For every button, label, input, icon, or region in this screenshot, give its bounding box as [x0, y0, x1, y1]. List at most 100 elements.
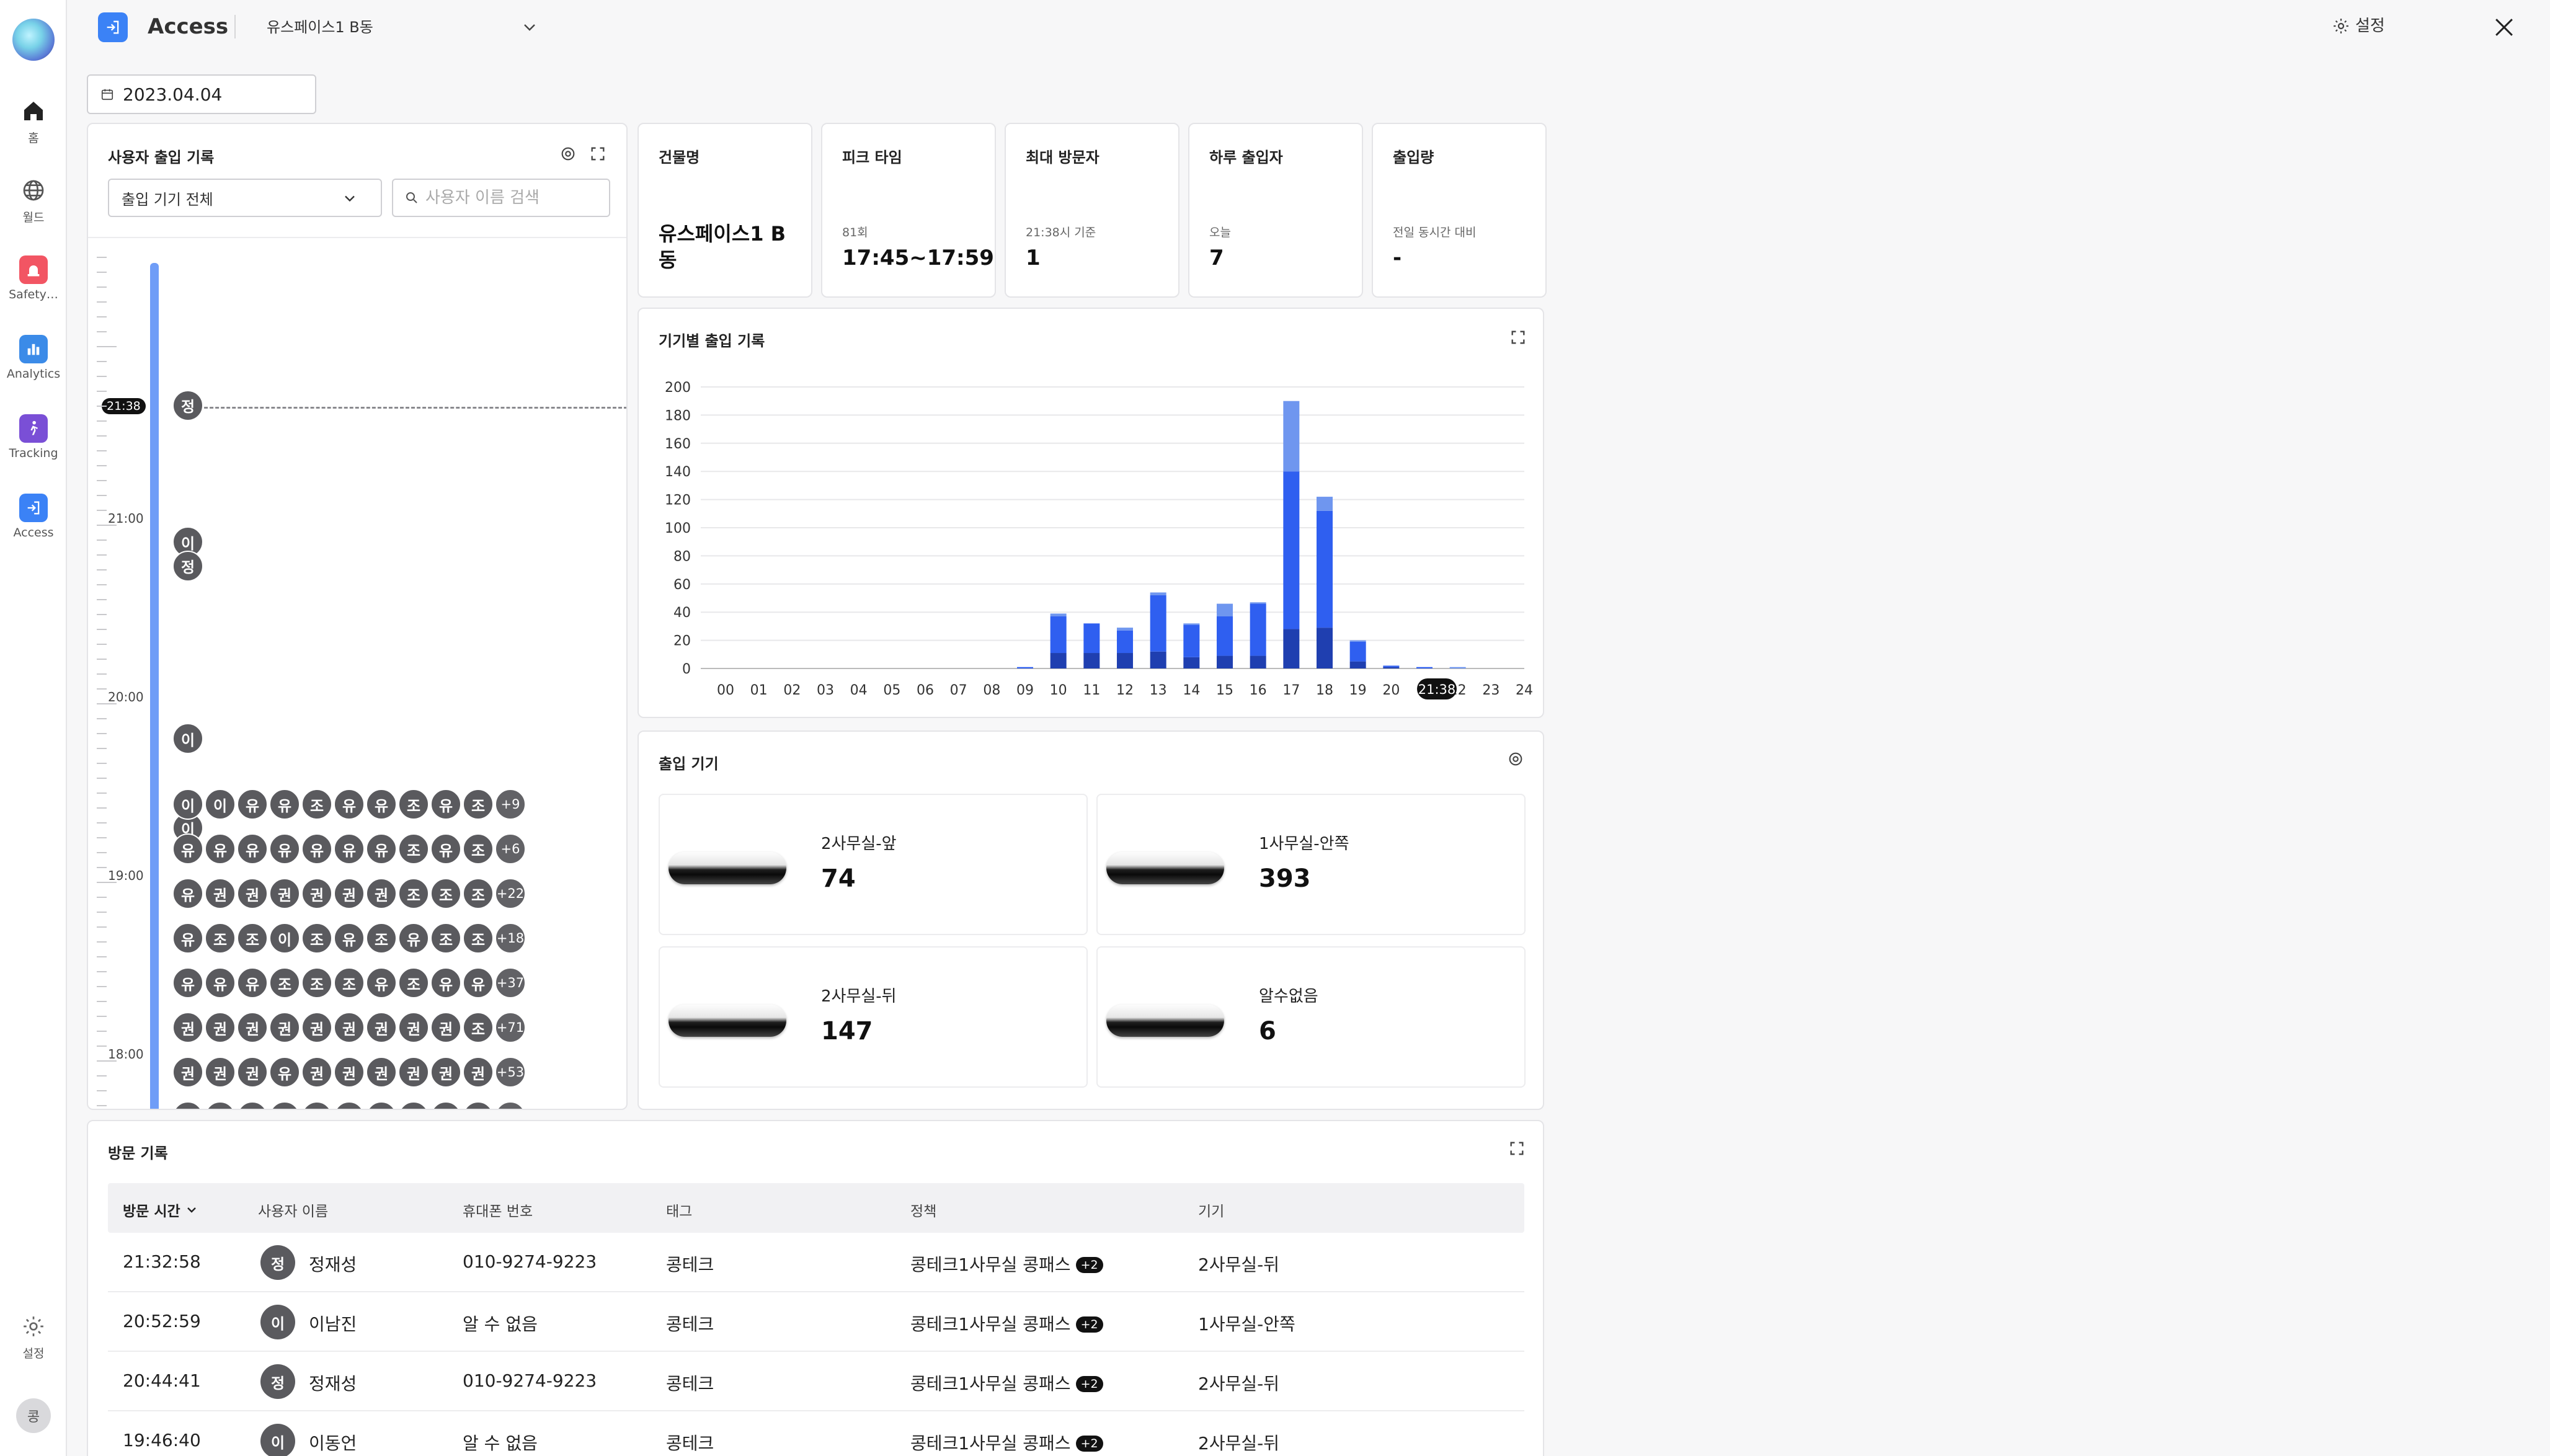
- table-row[interactable]: 20:44:41 정 정재성 010-9274-9223 콩테크 콩테크1사무실 콩패스 +…: [108, 1352, 1524, 1411]
- user-avatar[interactable]: 유: [237, 1101, 268, 1109]
- user-avatar[interactable]: 권: [237, 878, 268, 909]
- user-avatar[interactable]: 유: [430, 789, 461, 820]
- user-avatar[interactable]: 조: [398, 878, 429, 909]
- user-avatar[interactable]: 조: [463, 789, 494, 820]
- chevron-down-icon[interactable]: [520, 17, 540, 40]
- column-visit-time[interactable]: 방문 시간: [123, 1199, 199, 1220]
- user-avatar[interactable]: 조: [398, 967, 429, 998]
- user-avatar[interactable]: 권: [366, 878, 397, 909]
- user-avatar[interactable]: 권: [301, 1057, 332, 1088]
- user-avatar[interactable]: 조: [463, 878, 494, 909]
- user-avatar[interactable]: 권: [366, 1101, 397, 1109]
- user-avatar[interactable]: 이: [205, 789, 236, 820]
- user-avatar[interactable]: 유: [237, 967, 268, 998]
- more-users-badge[interactable]: +18: [495, 923, 526, 954]
- user-avatar[interactable]: 유: [172, 967, 203, 998]
- table-row[interactable]: 19:46:40 이 이동언 알 수 없음 콩테크 콩테크1사무실 콩패스 +2 2사무실-뒤: [108, 1411, 1524, 1456]
- user-avatar[interactable]: 유: [430, 833, 461, 864]
- user-avatar[interactable]: 권: [205, 1012, 236, 1043]
- user-avatar[interactable]: 권: [237, 1057, 268, 1088]
- policy-more-badge[interactable]: +2: [1075, 1376, 1103, 1392]
- user-avatar[interactable]: 유: [398, 923, 429, 954]
- rail-item-analytics[interactable]: Analytics: [0, 335, 67, 381]
- close-icon[interactable]: [2490, 14, 2518, 43]
- user-avatar[interactable]: 권: [398, 1057, 429, 1088]
- user-avatar[interactable]: 권: [366, 1012, 397, 1043]
- user-avatar[interactable]: 이: [172, 723, 203, 755]
- user-avatar[interactable]: 조: [430, 878, 461, 909]
- user-avatar[interactable]: 조: [430, 923, 461, 954]
- user-avatar[interactable]: 권: [463, 1057, 494, 1088]
- user-avatar[interactable]: 이: [172, 789, 203, 820]
- user-avatar[interactable]: 유: [205, 1101, 236, 1109]
- user-avatar[interactable]: 권: [237, 1012, 268, 1043]
- user-avatar[interactable]: 유: [205, 833, 236, 864]
- user-avatar[interactable]: 유: [334, 789, 365, 820]
- user-avatar[interactable]: 조: [301, 923, 332, 954]
- user-avatar[interactable]: 권: [269, 878, 300, 909]
- user-avatar[interactable]: 조: [237, 923, 268, 954]
- user-avatar[interactable]: 유: [269, 789, 300, 820]
- device-filter-select[interactable]: 출입 기기 전체: [108, 179, 382, 217]
- rail-item-tracking[interactable]: Tracking: [0, 414, 67, 460]
- more-users-badge[interactable]: +9: [495, 789, 526, 820]
- more-users-badge[interactable]: +71: [495, 1012, 526, 1043]
- expand-icon[interactable]: [1508, 1140, 1526, 1160]
- user-avatar[interactable]: 유: [463, 967, 494, 998]
- policy-more-badge[interactable]: +2: [1075, 1436, 1103, 1452]
- user-avatar[interactable]: 유: [172, 833, 203, 864]
- device-tile[interactable]: 알수없음 6: [1096, 946, 1526, 1088]
- more-users-badge[interactable]: +12: [495, 1101, 526, 1109]
- user-avatar[interactable]: 유: [301, 833, 332, 864]
- building-selector[interactable]: 유스페이스1 B동: [267, 16, 373, 38]
- user-avatar[interactable]: 유: [269, 1101, 300, 1109]
- user-avatar[interactable]: 조: [301, 967, 332, 998]
- expand-icon[interactable]: [589, 145, 606, 165]
- user-avatar[interactable]: 유: [172, 1101, 203, 1109]
- user-avatar[interactable]: 권: [205, 1057, 236, 1088]
- table-row[interactable]: 21:32:58 정 정재성 010-9274-9223 콩테크 콩테크1사무실 콩패스 +…: [108, 1233, 1524, 1292]
- user-avatar[interactable]: 콩: [16, 1398, 51, 1433]
- user-avatar[interactable]: 유: [172, 923, 203, 954]
- settings-button[interactable]: 설정: [2332, 14, 2385, 38]
- rail-item-home[interactable]: 홈: [0, 97, 67, 146]
- user-avatar[interactable]: 유: [269, 833, 300, 864]
- user-avatar[interactable]: 권: [430, 1057, 461, 1088]
- device-tile[interactable]: 2사무실-뒤 147: [659, 946, 1088, 1088]
- user-avatar[interactable]: 조: [301, 789, 332, 820]
- user-avatar[interactable]: 권: [172, 1057, 203, 1088]
- user-avatar[interactable]: 조: [366, 923, 397, 954]
- user-avatar[interactable]: 조: [205, 923, 236, 954]
- user-avatar[interactable]: 유: [366, 967, 397, 998]
- user-avatar[interactable]: 권: [334, 1012, 365, 1043]
- user-avatar[interactable]: 권: [269, 1012, 300, 1043]
- policy-more-badge[interactable]: +2: [1075, 1257, 1103, 1273]
- settings-icon[interactable]: [559, 145, 577, 165]
- more-users-badge[interactable]: +37: [495, 967, 526, 998]
- user-avatar[interactable]: 권: [334, 1057, 365, 1088]
- user-avatar[interactable]: 유: [237, 833, 268, 864]
- user-avatar[interactable]: 조: [463, 1012, 494, 1043]
- more-users-badge[interactable]: +53: [495, 1057, 526, 1088]
- user-avatar[interactable]: 조: [269, 967, 300, 998]
- timeline-body[interactable]: 21:38 21:00 20:00 19:00 18:00 정이정이이이이유유조…: [88, 238, 626, 1109]
- user-avatar[interactable]: 권: [398, 1101, 429, 1109]
- user-avatar[interactable]: 조: [398, 789, 429, 820]
- user-avatar[interactable]: 유: [301, 1101, 332, 1109]
- user-avatar[interactable]: 권: [366, 1057, 397, 1088]
- user-avatar[interactable]: 유: [366, 833, 397, 864]
- user-avatar[interactable]: 권: [430, 1012, 461, 1043]
- user-avatar[interactable]: 정: [172, 389, 203, 421]
- user-avatar[interactable]: 유: [334, 923, 365, 954]
- user-avatar[interactable]: 유: [334, 1101, 365, 1109]
- user-avatar[interactable]: 유: [172, 878, 203, 909]
- user-avatar[interactable]: 유: [237, 789, 268, 820]
- rail-settings[interactable]: 설정: [0, 1312, 67, 1361]
- more-users-badge[interactable]: +6: [495, 833, 526, 864]
- more-users-badge[interactable]: +22: [495, 878, 526, 909]
- user-avatar[interactable]: 정: [172, 550, 203, 582]
- user-avatar[interactable]: 유: [366, 789, 397, 820]
- rail-item-safety[interactable]: Safety…: [0, 255, 67, 301]
- user-avatar[interactable]: 유: [430, 1101, 461, 1109]
- user-avatar[interactable]: 조: [463, 833, 494, 864]
